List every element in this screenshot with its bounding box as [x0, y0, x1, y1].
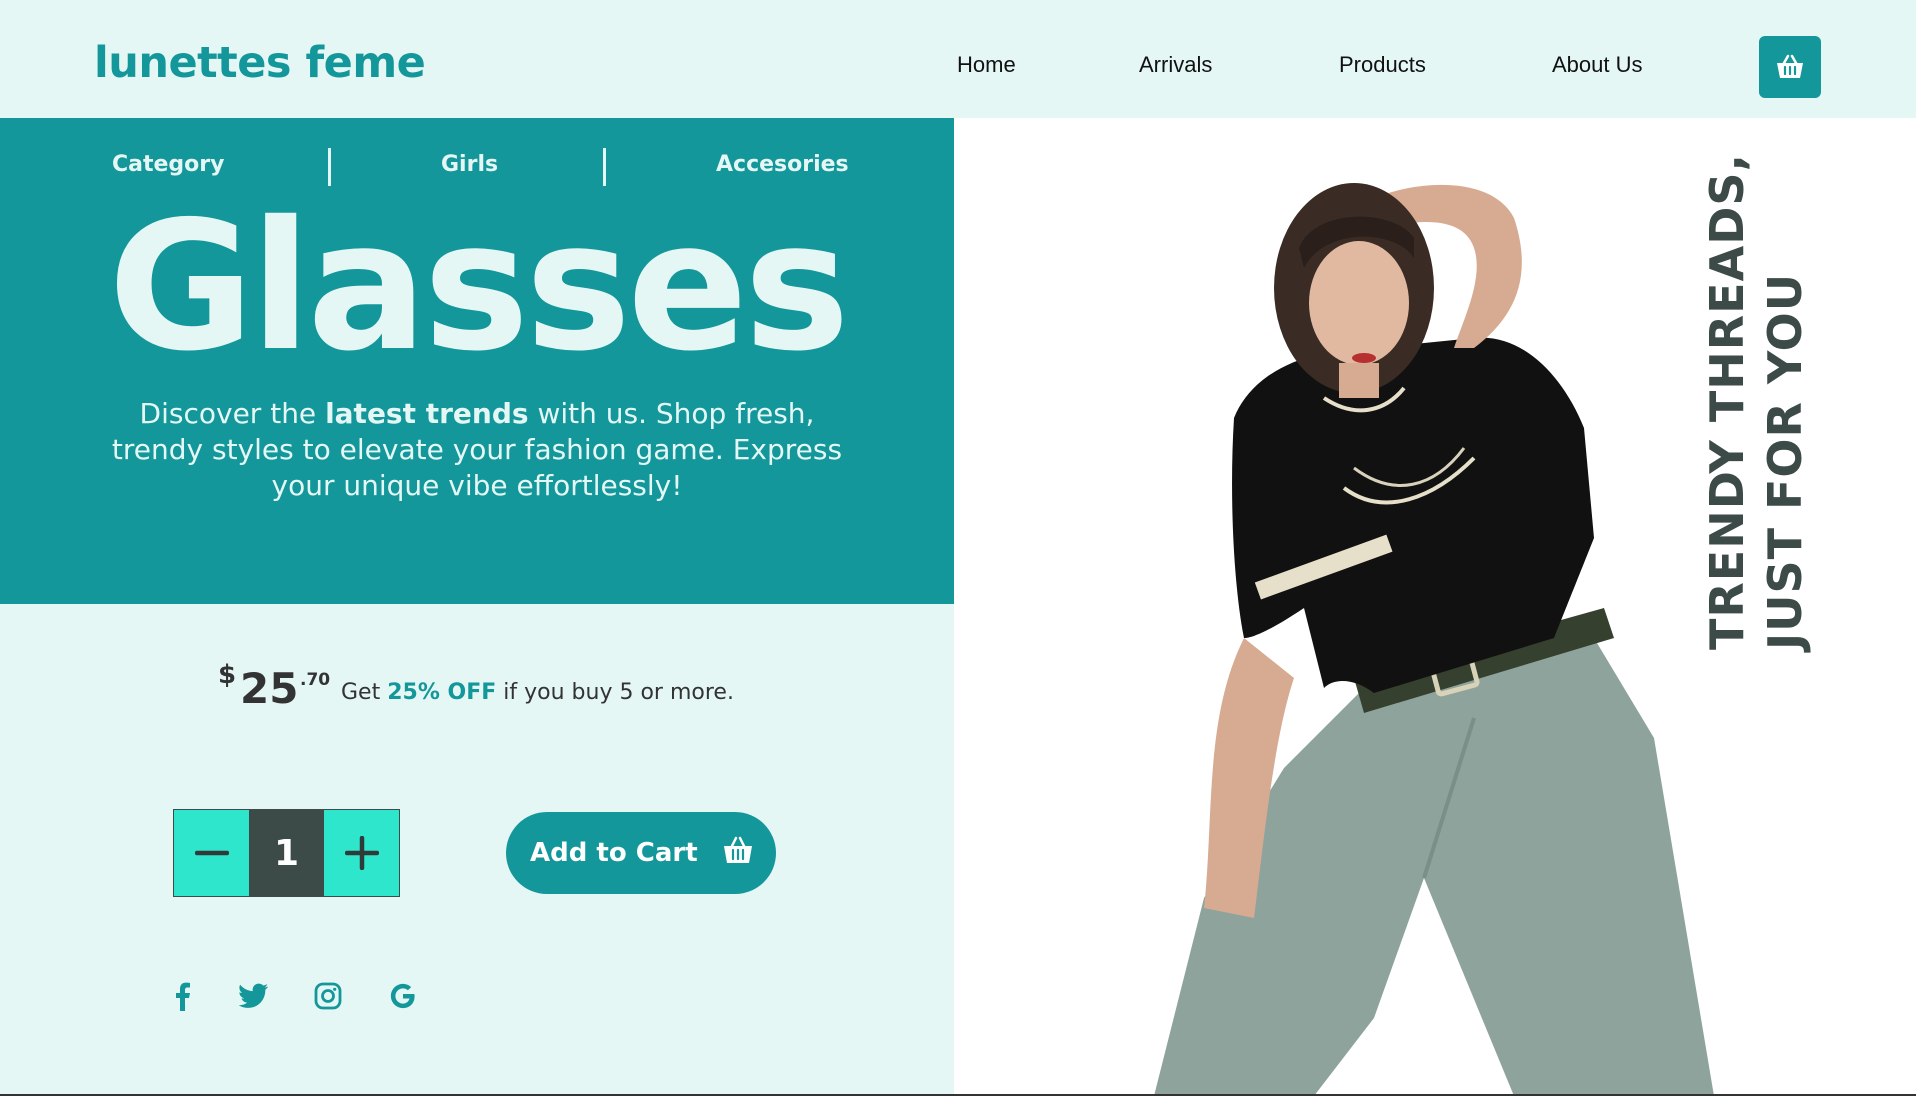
accessories-link[interactable]: Accesories [716, 152, 849, 177]
offer-post: if you buy 5 or more. [496, 680, 734, 705]
brand-logo[interactable]: lunettes feme [94, 38, 426, 88]
header: lunettes feme Home Arrivals Products Abo… [0, 0, 1916, 118]
google-link[interactable] [383, 976, 423, 1016]
price-currency: $ [218, 660, 237, 690]
hero-panel: Category Girls Accesories Glasses Discov… [0, 118, 954, 604]
tagline-line-2: JUST FOR YOU [1758, 272, 1812, 650]
tagline: TRENDY THREADS, JUST FOR YOU [1660, 153, 1840, 670]
facebook-link[interactable] [162, 976, 202, 1016]
hero-title: Glasses [108, 183, 850, 390]
price-decimal: .70 [300, 670, 331, 690]
divider [603, 148, 606, 186]
plus-icon [344, 836, 379, 870]
nav-home[interactable]: Home [957, 52, 1016, 78]
category-link[interactable]: Category [112, 152, 224, 177]
nav-arrivals[interactable]: Arrivals [1139, 52, 1212, 78]
increase-button[interactable] [324, 810, 399, 896]
basket-icon [1777, 54, 1803, 78]
nav-products[interactable]: Products [1339, 52, 1426, 78]
google-icon [390, 983, 415, 1009]
instagram-link[interactable] [308, 976, 348, 1016]
facebook-icon [176, 982, 190, 1011]
add-to-cart-button[interactable]: Add to Cart [506, 812, 776, 894]
nav-about-us[interactable]: About Us [1552, 52, 1643, 78]
purchase-panel: $ 25 .70 Get 25% OFF if you buy 5 or mor… [0, 604, 954, 1096]
divider [328, 148, 331, 186]
cart-button[interactable] [1759, 36, 1821, 98]
twitter-icon [239, 983, 268, 1008]
minus-icon [194, 850, 229, 856]
decrease-button[interactable] [174, 810, 249, 896]
basket-icon [724, 836, 752, 863]
hero-description: Discover the latest trends with us. Shop… [100, 396, 854, 504]
offer-highlight: 25% OFF [387, 680, 497, 705]
quantity-value[interactable]: 1 [249, 810, 324, 896]
offer-text: Get 25% OFF if you buy 5 or more. [341, 680, 734, 705]
instagram-icon [314, 982, 342, 1010]
desc-pre: Discover the [139, 397, 326, 430]
price-integer: 25 [240, 664, 299, 713]
offer-pre: Get [341, 680, 388, 705]
tagline-line-1: TRENDY THREADS, [1700, 153, 1754, 650]
twitter-link[interactable] [234, 976, 274, 1016]
quantity-stepper: 1 [173, 809, 400, 897]
desc-bold: latest trends [325, 397, 529, 430]
add-to-cart-label: Add to Cart [530, 838, 698, 868]
girls-link[interactable]: Girls [441, 152, 498, 177]
